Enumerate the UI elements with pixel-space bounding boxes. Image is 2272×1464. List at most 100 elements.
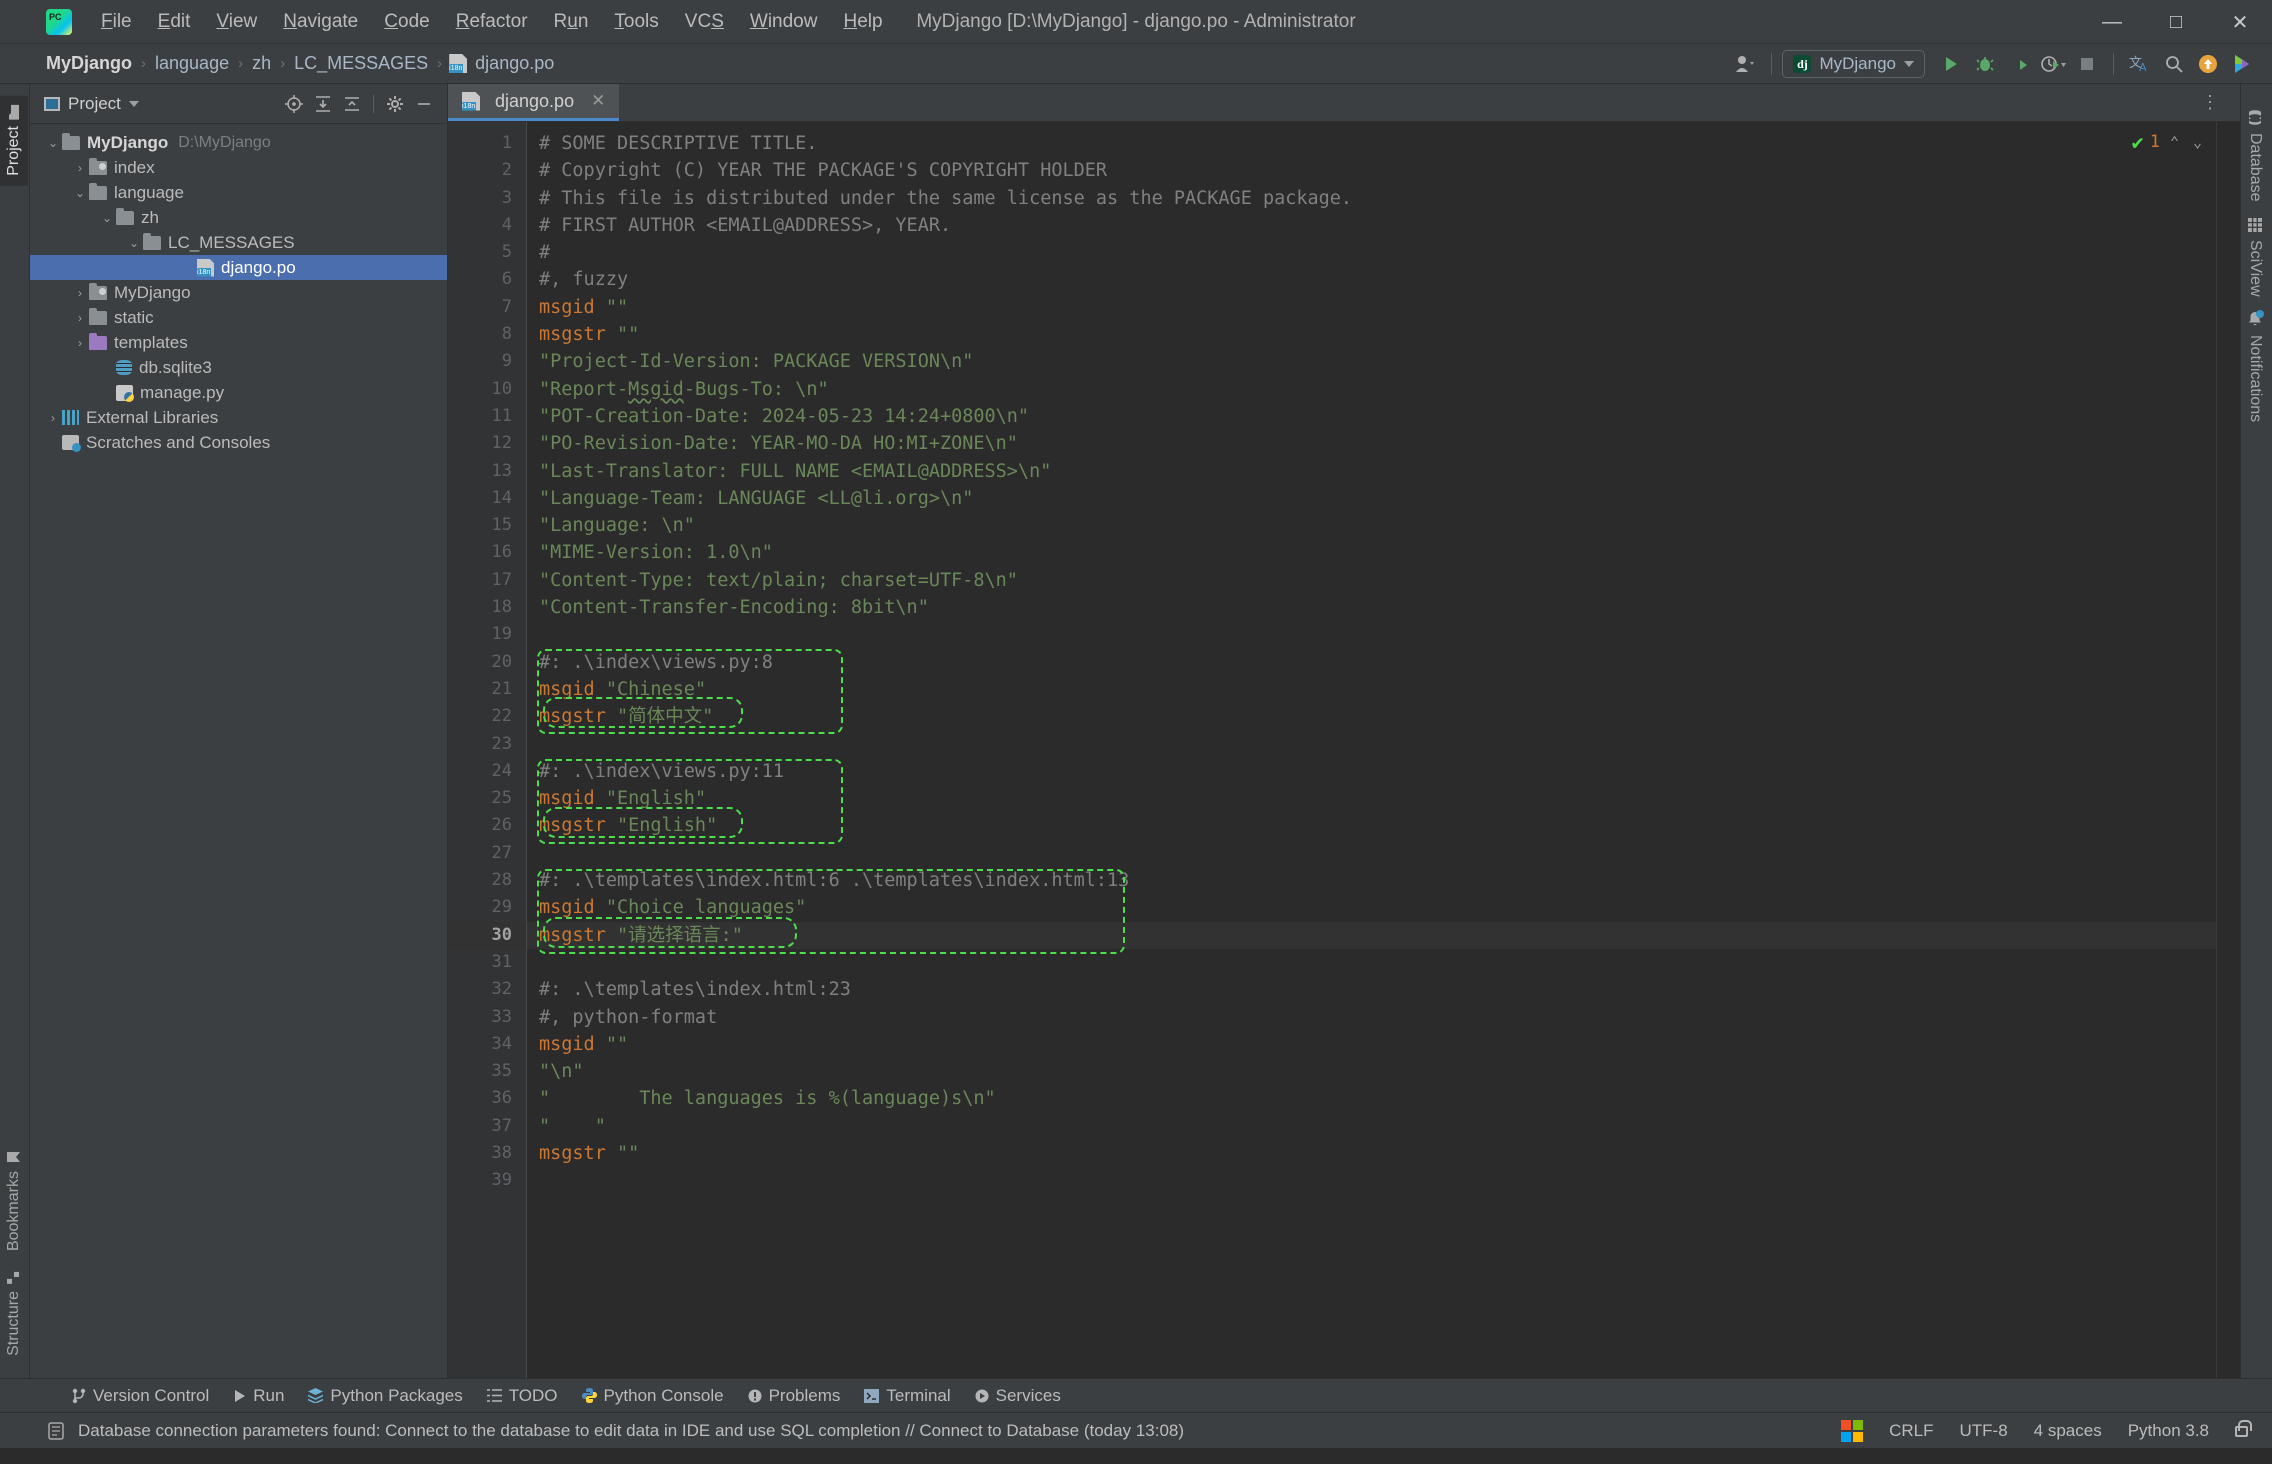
tree-node-manage-py[interactable]: ›manage.py [30, 380, 447, 405]
code-line[interactable]: msgstr "" [527, 321, 2216, 348]
stop-button[interactable] [2071, 48, 2103, 80]
line-number[interactable]: 11 [448, 403, 526, 430]
line-number[interactable]: 21 [448, 676, 526, 703]
menu-help[interactable]: Help [830, 7, 895, 37]
line-number[interactable]: 6 [448, 266, 526, 293]
collapse-all-icon[interactable] [339, 91, 365, 117]
line-number[interactable]: 4 [448, 212, 526, 239]
code-line[interactable]: # Copyright (C) YEAR THE PACKAGE'S COPYR… [527, 157, 2216, 184]
chevron-right-icon[interactable]: › [71, 286, 89, 300]
toolwindow-terminal[interactable]: Terminal [854, 1382, 960, 1410]
chevron-right-icon[interactable]: › [71, 311, 89, 325]
menu-file[interactable]: File [88, 7, 145, 37]
line-number[interactable]: 36 [448, 1085, 526, 1112]
chevron-right-icon[interactable]: › [71, 161, 89, 175]
code-line[interactable]: msgid "English" [527, 785, 2216, 812]
toolwindow-version-control[interactable]: Version Control [62, 1382, 219, 1410]
breadcrumb-item-project[interactable]: MyDjango [44, 53, 134, 74]
status-message[interactable]: Database connection parameters found: Co… [78, 1421, 1184, 1441]
line-number[interactable]: 14 [448, 485, 526, 512]
more-options-icon[interactable]: ⋮ [2193, 92, 2228, 113]
search-icon[interactable] [2158, 48, 2190, 80]
line-number[interactable]: 9 [448, 348, 526, 375]
breadcrumb-item-language[interactable]: language [153, 53, 231, 74]
toolwindow-services[interactable]: Services [965, 1382, 1071, 1410]
encoding-widget[interactable]: UTF-8 [1960, 1421, 2008, 1441]
locate-icon[interactable] [281, 91, 307, 117]
run-with-coverage-button[interactable] [2003, 48, 2035, 80]
code-line[interactable]: # FIRST AUTHOR <EMAIL@ADDRESS>, YEAR. [527, 212, 2216, 239]
code-line[interactable]: #: .\templates\index.html:6 .\templates\… [527, 867, 2216, 894]
line-number[interactable]: 2 [448, 157, 526, 184]
chevron-down-icon[interactable]: ⌄ [44, 136, 62, 150]
chevron-right-icon[interactable]: › [71, 336, 89, 350]
line-number[interactable]: 25 [448, 785, 526, 812]
code-line[interactable]: msgstr "English" [527, 812, 2216, 839]
line-number[interactable]: 32 [448, 976, 526, 1003]
code-line[interactable]: msgid "" [527, 1031, 2216, 1058]
tree-node-zh[interactable]: ⌄ zh [30, 205, 447, 230]
menu-bar[interactable]: File Edit View Navigate Code Refactor Ru… [88, 7, 896, 37]
line-number[interactable]: 13 [448, 458, 526, 485]
breadcrumb-item-file[interactable]: django.po [473, 53, 556, 74]
tree-node-db-sqlite3[interactable]: ›db.sqlite3 [30, 355, 447, 380]
chevron-down-icon[interactable]: ⌄ [71, 186, 89, 200]
sidebar-item-bookmarks[interactable]: Bookmarks [0, 1140, 28, 1261]
code-line[interactable] [527, 1167, 2216, 1194]
code-line[interactable]: #: .\index\views.py:8 [527, 649, 2216, 676]
code-line[interactable]: " " [527, 1113, 2216, 1140]
editor-tab-django-po[interactable]: django.po ✕ [448, 84, 620, 121]
menu-refactor[interactable]: Refactor [443, 7, 541, 37]
line-number[interactable]: 26 [448, 812, 526, 839]
code-line[interactable]: "\n" [527, 1058, 2216, 1085]
line-number[interactable]: 30 [448, 921, 526, 949]
inspection-widget[interactable]: ✔ 1 ⌃ ⌄ [2132, 130, 2206, 154]
next-problem-icon[interactable]: ⌄ [2189, 133, 2206, 151]
code-line[interactable]: # This file is distributed under the sam… [527, 185, 2216, 212]
tree-node-static[interactable]: › static [30, 305, 447, 330]
run-button[interactable] [1935, 48, 1967, 80]
update-icon[interactable] [2192, 48, 2224, 80]
feature-trainer-icon[interactable] [2226, 48, 2258, 80]
code-line[interactable]: msgid "Chinese" [527, 676, 2216, 703]
minimize-button[interactable]: — [2080, 0, 2144, 44]
interpreter-widget[interactable]: Python 3.8 [2128, 1421, 2209, 1441]
profile-run-button[interactable] [2037, 48, 2069, 80]
line-number[interactable]: 39 [448, 1167, 526, 1194]
line-number[interactable]: 18 [448, 594, 526, 621]
line-number[interactable]: 38 [448, 1140, 526, 1167]
toolwindow-python-packages[interactable]: Python Packages [298, 1382, 472, 1410]
code-line[interactable]: "Language-Team: LANGUAGE <LL@li.org>\n" [527, 485, 2216, 512]
code-line[interactable] [527, 731, 2216, 758]
code-line[interactable]: "Content-Transfer-Encoding: 8bit\n" [527, 594, 2216, 621]
tree-node-external-libraries[interactable]: › External Libraries [30, 405, 447, 430]
code-content[interactable]: # SOME DESCRIPTIVE TITLE. # Copyright (C)… [526, 122, 2216, 1378]
sidebar-item-structure[interactable]: Structure [0, 1261, 28, 1366]
code-line[interactable]: "Report-Msgid-Bugs-To: \n" [527, 376, 2216, 403]
breadcrumb-item-lcmessages[interactable]: LC_MESSAGES [292, 53, 430, 74]
run-configuration-selector[interactable]: dj MyDjango [1782, 50, 1925, 78]
line-number[interactable]: 29 [448, 894, 526, 921]
line-number[interactable]: 23 [448, 731, 526, 758]
sidebar-item-notifications[interactable]: Notifications [2241, 304, 2269, 430]
expand-all-icon[interactable] [310, 91, 336, 117]
tree-node-mydjango[interactable]: ⌄ MyDjango D:\MyDjango [30, 130, 447, 155]
menu-run[interactable]: Run [541, 7, 602, 37]
code-line[interactable]: "Project-Id-Version: PACKAGE VERSION\n" [527, 348, 2216, 375]
line-number[interactable]: 34 [448, 1031, 526, 1058]
line-number[interactable]: 10 [448, 376, 526, 403]
project-tree[interactable]: ⌄ MyDjango D:\MyDjango › index ⌄ language ⌄ zh ⌄ L… [30, 124, 447, 455]
error-stripe-gutter[interactable] [2216, 122, 2240, 1378]
code-line[interactable]: "POT-Creation-Date: 2024-05-23 14:24+080… [527, 403, 2216, 430]
toolwindow-run[interactable]: Run [223, 1382, 294, 1410]
line-number[interactable]: 15 [448, 512, 526, 539]
code-line[interactable]: #, fuzzy [527, 266, 2216, 293]
sidebar-item-project[interactable]: Project [0, 96, 28, 186]
profile-icon[interactable] [1729, 48, 1761, 80]
toolwindow-python-console[interactable]: Python Console [572, 1382, 734, 1410]
code-line[interactable]: msgstr "" [527, 1140, 2216, 1167]
line-number[interactable]: 3 [448, 185, 526, 212]
code-line[interactable]: msgid "Choice languages" [527, 894, 2216, 921]
code-line[interactable]: "Language: \n" [527, 512, 2216, 539]
tree-node-scratches-and-consoles[interactable]: ›Scratches and Consoles [30, 430, 447, 455]
